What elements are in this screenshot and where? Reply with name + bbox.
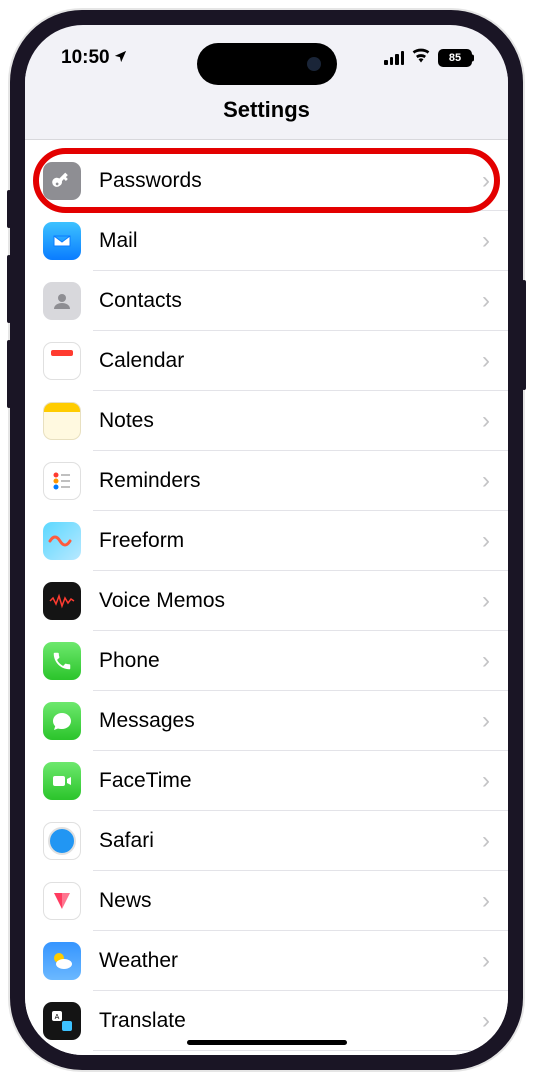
volume-down-button[interactable] [7, 340, 11, 408]
weather-icon [43, 942, 81, 980]
settings-item-facetime[interactable]: FaceTime › [25, 751, 508, 811]
settings-item-label: FaceTime [99, 769, 482, 793]
mail-icon [43, 222, 81, 260]
settings-item-label: Reminders [99, 469, 482, 493]
cellular-signal-icon [384, 51, 404, 65]
chevron-right-icon: › [482, 707, 490, 735]
settings-item-weather[interactable]: Weather › [25, 931, 508, 991]
battery-level: 85 [449, 52, 461, 64]
chevron-right-icon: › [482, 647, 490, 675]
settings-item-label: Safari [99, 829, 482, 853]
chevron-right-icon: › [482, 887, 490, 915]
status-left: 10:50 [61, 47, 128, 69]
reminders-icon [43, 462, 81, 500]
chevron-right-icon: › [482, 227, 490, 255]
freeform-icon [43, 522, 81, 560]
settings-item-safari[interactable]: Safari › [25, 811, 508, 871]
power-button[interactable] [522, 280, 526, 390]
settings-item-label: Notes [99, 409, 482, 433]
svg-text:A: A [55, 1014, 60, 1021]
dynamic-island [197, 43, 337, 85]
wifi-icon [411, 47, 431, 69]
chevron-right-icon: › [482, 1007, 490, 1035]
chevron-right-icon: › [482, 167, 490, 195]
settings-item-label: Voice Memos [99, 589, 482, 613]
settings-item-messages[interactable]: Messages › [25, 691, 508, 751]
chevron-right-icon: › [482, 767, 490, 795]
settings-item-contacts[interactable]: Contacts › [25, 271, 508, 331]
settings-item-label: Contacts [99, 289, 482, 313]
messages-icon [43, 702, 81, 740]
settings-item-notes[interactable]: Notes › [25, 391, 508, 451]
location-icon [113, 49, 128, 68]
chevron-right-icon: › [482, 947, 490, 975]
chevron-right-icon: › [482, 407, 490, 435]
settings-item-label: News [99, 889, 482, 913]
status-time: 10:50 [61, 47, 110, 69]
settings-item-mail[interactable]: Mail › [25, 211, 508, 271]
phone-icon [43, 642, 81, 680]
chevron-right-icon: › [482, 827, 490, 855]
voicememos-icon [43, 582, 81, 620]
settings-item-calendar[interactable]: Calendar › [25, 331, 508, 391]
settings-item-label: Messages [99, 709, 482, 733]
translate-icon: A [43, 1002, 81, 1040]
chevron-right-icon: › [482, 527, 490, 555]
settings-item-freeform[interactable]: Freeform › [25, 511, 508, 571]
phone-frame: 10:50 85 Settings [10, 10, 523, 1070]
settings-item-label: Phone [99, 649, 482, 673]
chevron-right-icon: › [482, 467, 490, 495]
settings-list: Passwords › Mail › Contacts › [25, 140, 508, 1055]
key-icon [43, 162, 81, 200]
safari-icon [43, 822, 81, 860]
settings-item-label: Weather [99, 949, 482, 973]
phone-screen: 10:50 85 Settings [25, 25, 508, 1055]
battery-icon: 85 [438, 49, 472, 67]
home-indicator[interactable] [187, 1040, 347, 1046]
facetime-icon [43, 762, 81, 800]
settings-item-passwords[interactable]: Passwords › [25, 140, 508, 211]
settings-item-reminders[interactable]: Reminders › [25, 451, 508, 511]
settings-item-label: Freeform [99, 529, 482, 553]
settings-item-voicememos[interactable]: Voice Memos › [25, 571, 508, 631]
calendar-icon [43, 342, 81, 380]
contacts-icon [43, 282, 81, 320]
settings-item-news[interactable]: News › [25, 871, 508, 931]
chevron-right-icon: › [482, 347, 490, 375]
notes-icon [43, 402, 81, 440]
chevron-right-icon: › [482, 587, 490, 615]
settings-item-label: Calendar [99, 349, 482, 373]
volume-up-button[interactable] [7, 255, 11, 323]
settings-item-phone[interactable]: Phone › [25, 631, 508, 691]
news-icon [43, 882, 81, 920]
settings-item-label: Translate [99, 1009, 482, 1033]
settings-item-maps[interactable]: Maps › [25, 1051, 508, 1055]
settings-item-label: Mail [99, 229, 482, 253]
chevron-right-icon: › [482, 287, 490, 315]
silent-switch[interactable] [7, 190, 11, 228]
status-right: 85 [384, 47, 472, 69]
settings-item-label: Passwords [99, 169, 482, 193]
